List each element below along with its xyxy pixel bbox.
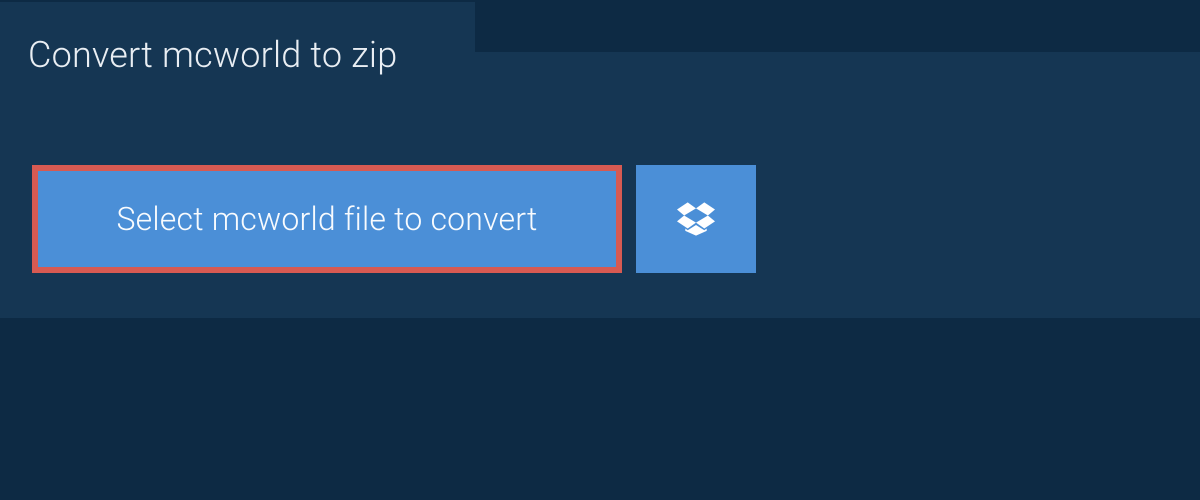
dropbox-button[interactable] [636, 165, 756, 273]
select-file-label: Select mcworld file to convert [116, 200, 537, 238]
header-tab: Convert mcworld to zip [0, 2, 475, 108]
upload-row: Select mcworld file to convert [32, 165, 756, 273]
page-root: Convert mcworld to zip Select mcworld fi… [0, 0, 1200, 500]
select-file-button[interactable]: Select mcworld file to convert [32, 165, 622, 273]
page-title: Convert mcworld to zip [28, 34, 397, 76]
dropbox-icon [677, 202, 715, 236]
